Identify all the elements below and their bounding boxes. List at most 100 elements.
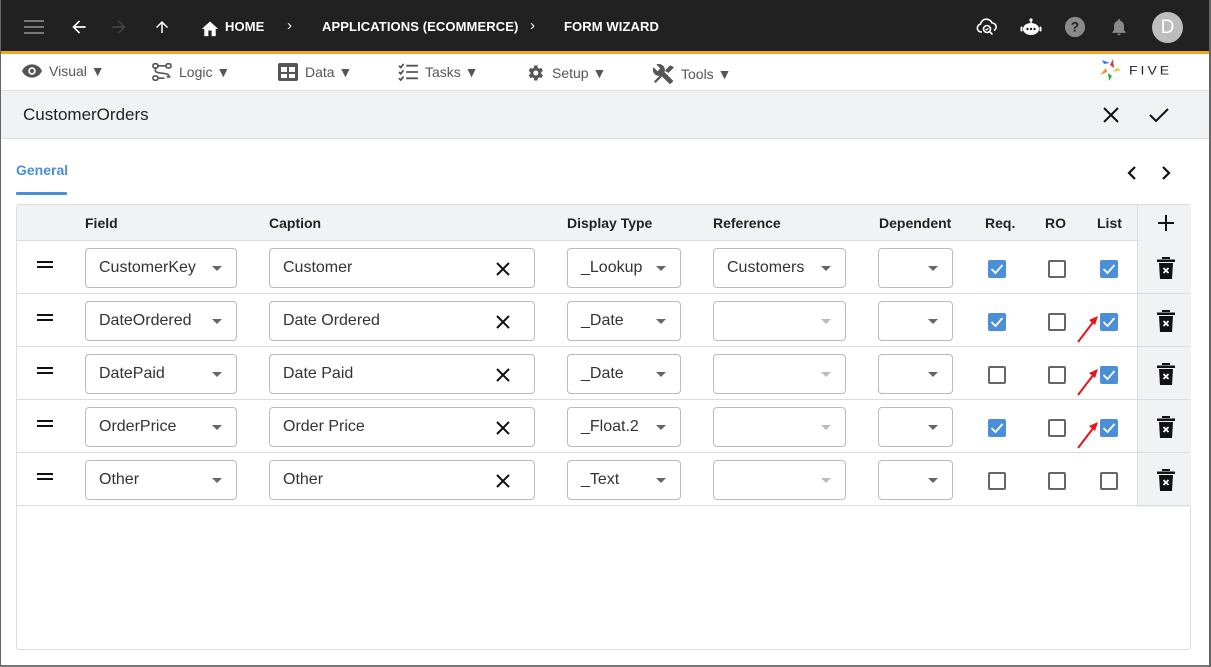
dropdown-caret-icon: [656, 478, 666, 483]
cloud-search-icon[interactable]: [974, 14, 1000, 40]
drag-handle-icon[interactable]: [37, 367, 53, 375]
forward-arrow-icon[interactable]: [106, 14, 132, 40]
menu-tasks[interactable]: Tasks ▼: [398, 63, 479, 81]
avatar[interactable]: D: [1152, 12, 1183, 43]
form-header: CustomerOrders: [1, 91, 1209, 139]
menu-visual[interactable]: Visual ▼: [22, 63, 105, 79]
menu-data[interactable]: Data ▼: [278, 63, 352, 81]
chevron-left-icon: [1127, 166, 1136, 180]
dependent-select[interactable]: [878, 354, 953, 394]
ro-checkbox[interactable]: [1048, 313, 1066, 331]
chatbot-icon[interactable]: [1018, 14, 1044, 40]
display-type-value: _Float.2: [581, 418, 639, 435]
dropdown-caret-icon: [656, 425, 666, 430]
home-icon[interactable]: [197, 15, 223, 41]
table-row: DateOrdered Date Ordered _Date: [17, 294, 1190, 347]
bell-icon[interactable]: [1106, 14, 1132, 40]
caption-input[interactable]: Date Ordered: [269, 301, 535, 341]
field-select[interactable]: DateOrdered: [85, 301, 237, 341]
field-select[interactable]: OrderPrice: [85, 407, 237, 447]
delete-row-icon[interactable]: [1157, 310, 1175, 332]
reference-select[interactable]: Customers: [713, 248, 846, 288]
column-header-caption: Caption: [269, 215, 322, 231]
cancel-button[interactable]: [1099, 103, 1123, 127]
menu-bar: Visual ▼ Logic ▼ Data ▼ Tasks ▼ Setup ▼ …: [1, 54, 1209, 91]
list-checkbox[interactable]: [1100, 366, 1118, 384]
tools-icon: [652, 63, 674, 85]
ro-checkbox[interactable]: [1048, 260, 1066, 278]
table-header: Field Caption Display Type Reference Dep…: [17, 205, 1190, 241]
breadcrumb-form-wizard[interactable]: FORM WIZARD: [564, 19, 659, 34]
menu-tools[interactable]: Tools ▼: [652, 63, 731, 85]
reference-select[interactable]: [713, 354, 846, 394]
up-arrow-icon[interactable]: [149, 14, 175, 40]
dropdown-caret-icon: [656, 372, 666, 377]
clear-icon[interactable]: [494, 419, 512, 437]
req-checkbox[interactable]: [988, 313, 1006, 331]
drag-handle-icon[interactable]: [37, 314, 53, 322]
clear-icon[interactable]: [494, 472, 512, 490]
delete-row-icon[interactable]: [1157, 416, 1175, 438]
req-checkbox[interactable]: [988, 260, 1006, 278]
tab-general[interactable]: General: [16, 162, 68, 178]
req-checkbox[interactable]: [988, 419, 1006, 437]
field-value: DatePaid: [99, 365, 165, 382]
dependent-select[interactable]: [878, 407, 953, 447]
display-type-select[interactable]: _Float.2: [567, 407, 681, 447]
column-header-field: Field: [85, 215, 118, 231]
caption-input[interactable]: Other: [269, 460, 535, 500]
field-select[interactable]: DatePaid: [85, 354, 237, 394]
dependent-select[interactable]: [878, 301, 953, 341]
confirm-button[interactable]: [1147, 103, 1171, 127]
ro-checkbox[interactable]: [1048, 419, 1066, 437]
req-checkbox[interactable]: [988, 472, 1006, 490]
prev-page-button[interactable]: [1122, 163, 1142, 183]
clear-icon[interactable]: [494, 260, 512, 278]
list-checkbox[interactable]: [1100, 419, 1118, 437]
list-checkbox[interactable]: [1100, 313, 1118, 331]
display-type-select[interactable]: _Date: [567, 354, 681, 394]
list-checkbox[interactable]: [1100, 472, 1118, 490]
drag-handle-icon[interactable]: [37, 261, 53, 269]
caption-input[interactable]: Customer: [269, 248, 535, 288]
clear-icon[interactable]: [494, 366, 512, 384]
caption-value: Other: [283, 471, 324, 488]
breadcrumb-applications[interactable]: APPLICATIONS (ECOMMERCE): [322, 19, 518, 34]
dependent-select[interactable]: [878, 460, 953, 500]
caption-input[interactable]: Date Paid: [269, 354, 535, 394]
menu-setup[interactable]: Setup ▼: [525, 63, 606, 83]
clear-icon[interactable]: [494, 313, 512, 331]
menu-logic[interactable]: Logic ▼: [152, 63, 230, 81]
reference-select[interactable]: [713, 301, 846, 341]
dependent-select[interactable]: [878, 248, 953, 288]
add-row-button[interactable]: [1156, 213, 1176, 233]
menu-tasks-label: Tasks ▼: [425, 64, 479, 80]
display-type-select[interactable]: _Text: [567, 460, 681, 500]
req-checkbox[interactable]: [988, 366, 1006, 384]
delete-row-icon[interactable]: [1157, 257, 1175, 279]
logo-text: FIVE: [1129, 63, 1173, 77]
menu-icon[interactable]: [21, 14, 47, 40]
delete-row-icon[interactable]: [1157, 469, 1175, 491]
reference-select[interactable]: [713, 407, 846, 447]
drag-handle-icon[interactable]: [37, 473, 53, 481]
breadcrumb-home[interactable]: HOME: [225, 19, 264, 34]
caption-input[interactable]: Order Price: [269, 407, 535, 447]
back-arrow-icon[interactable]: [66, 14, 92, 40]
field-select[interactable]: CustomerKey: [85, 248, 237, 288]
display-type-select[interactable]: _Date: [567, 301, 681, 341]
display-type-value: _Text: [581, 471, 620, 488]
field-select[interactable]: Other: [85, 460, 237, 500]
reference-select[interactable]: [713, 460, 846, 500]
help-icon[interactable]: ?: [1062, 14, 1088, 40]
display-type-select[interactable]: _Lookup: [567, 248, 681, 288]
drag-handle-icon[interactable]: [37, 420, 53, 428]
dropdown-caret-icon: [212, 478, 222, 483]
top-bar: HOME › APPLICATIONS (ECOMMERCE) › FORM W…: [1, 0, 1209, 54]
ro-checkbox[interactable]: [1048, 472, 1066, 490]
delete-row-icon[interactable]: [1157, 363, 1175, 385]
list-checkbox[interactable]: [1100, 260, 1118, 278]
ro-checkbox[interactable]: [1048, 366, 1066, 384]
dropdown-caret-icon: [821, 425, 831, 430]
next-page-button[interactable]: [1156, 163, 1176, 183]
